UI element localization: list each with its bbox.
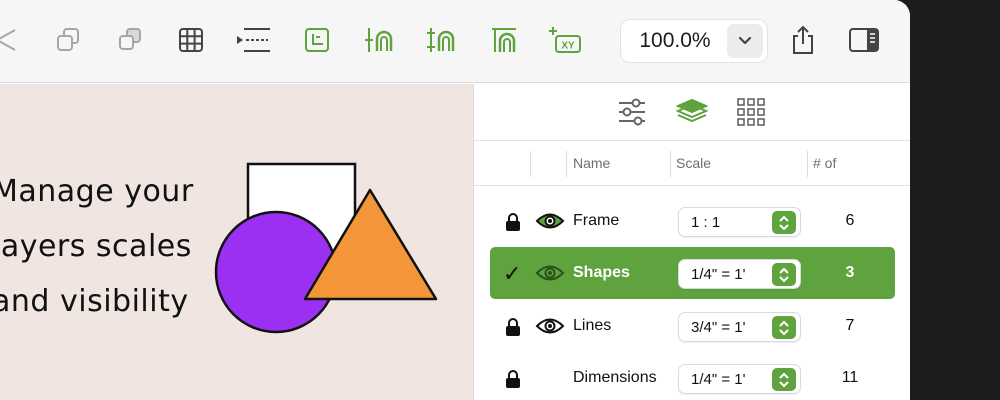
sliders-icon[interactable] <box>615 95 649 129</box>
layer-row-lines[interactable]: Lines 3/4" = 1' 7 <box>490 300 895 352</box>
dimension-icon[interactable] <box>236 22 272 58</box>
layer-count: 3 <box>845 264 855 281</box>
column-header-scale[interactable]: Scale <box>676 155 711 171</box>
toolbar: XY 100.0% <box>0 0 910 83</box>
layer-scale-icon[interactable] <box>423 22 459 58</box>
zoom-control[interactable]: 100.0% <box>620 19 768 63</box>
group-icon[interactable] <box>50 22 86 58</box>
up-down-chevron-icon <box>779 320 789 335</box>
scale-stepper[interactable] <box>772 316 796 339</box>
layers-table-header: Name Scale # of <box>474 141 910 186</box>
column-separator <box>807 151 808 177</box>
inspector-tabs <box>474 84 910 141</box>
lock-icon[interactable] <box>505 317 521 337</box>
crop-frame-icon[interactable] <box>299 22 335 58</box>
scale-stepper[interactable] <box>772 211 796 234</box>
layer-name: Dimensions <box>573 369 657 386</box>
eye-icon[interactable] <box>535 210 565 232</box>
purple-circle-shape <box>214 210 338 334</box>
layer-scale-select[interactable]: 1/4" = 1' <box>678 259 801 289</box>
layer-scale-select[interactable]: 1 : 1 <box>678 207 801 237</box>
eye-icon[interactable] <box>535 262 565 284</box>
up-down-chevron-icon <box>779 267 789 282</box>
grid-icon[interactable] <box>173 22 209 58</box>
sidebar-toggle-icon[interactable] <box>846 22 882 58</box>
scale-stepper[interactable] <box>772 368 796 391</box>
checkmark-icon[interactable]: ✓ <box>503 261 521 287</box>
layer-row-shapes[interactable]: ✓ Shapes 1/4" = 1' 3 <box>490 247 895 299</box>
layer-count: 6 <box>845 212 855 229</box>
layer-scale-value: 3/4" = 1' <box>691 319 746 336</box>
layer-row-frame[interactable]: Frame 1 : 1 6 <box>490 195 895 247</box>
inspector-panel: Name Scale # of Frame 1 : 1 6 ✓ Shapes 1… <box>473 84 910 400</box>
layer-scale-select[interactable]: 1/4" = 1' <box>678 364 801 394</box>
shapes-illustration <box>214 162 438 334</box>
share-icon[interactable] <box>785 22 821 58</box>
up-down-chevron-icon <box>779 215 789 230</box>
layer-count: 7 <box>845 317 855 334</box>
xy-coordinates-icon[interactable]: XY <box>547 22 583 58</box>
layer-anchor-icon[interactable] <box>486 22 522 58</box>
lock-icon[interactable] <box>505 212 521 232</box>
layer-align-icon[interactable] <box>361 22 397 58</box>
layer-scale-value: 1 : 1 <box>691 214 721 231</box>
zoom-dropdown-button[interactable] <box>727 24 763 58</box>
column-separator <box>566 151 567 177</box>
column-separator <box>670 151 671 177</box>
layer-scale-value: 1/4" = 1' <box>691 266 746 283</box>
layer-count: 11 <box>841 369 859 386</box>
zoom-value[interactable]: 100.0% <box>621 20 729 62</box>
lock-icon[interactable] <box>505 369 521 389</box>
layer-scale-select[interactable]: 3/4" = 1' <box>678 312 801 342</box>
drawing-canvas[interactable]: Manage your layers scales and visibility <box>0 84 473 400</box>
layer-name: Lines <box>573 317 612 334</box>
column-header-count[interactable]: # of <box>813 155 836 171</box>
scale-stepper[interactable] <box>772 263 796 286</box>
layer-scale-value: 1/4" = 1' <box>691 371 746 388</box>
column-separator <box>530 151 531 177</box>
app-window: XY 100.0% Manage your layers scales and … <box>0 0 910 400</box>
ungroup-icon[interactable] <box>112 22 148 58</box>
svg-text:XY: XY <box>561 41 575 52</box>
layer-name: Frame <box>573 212 620 229</box>
chevron-down-icon <box>738 36 752 45</box>
up-down-chevron-icon <box>779 372 789 387</box>
layer-name: Shapes <box>573 264 630 281</box>
send-backward-icon[interactable] <box>0 22 22 58</box>
grid-dots-icon[interactable] <box>734 95 768 129</box>
layers-icon[interactable] <box>675 95 709 129</box>
layer-row-dimensions[interactable]: Dimensions 1/4" = 1' 11 <box>490 352 895 400</box>
column-header-name[interactable]: Name <box>573 155 610 171</box>
eye-icon[interactable] <box>535 315 565 337</box>
